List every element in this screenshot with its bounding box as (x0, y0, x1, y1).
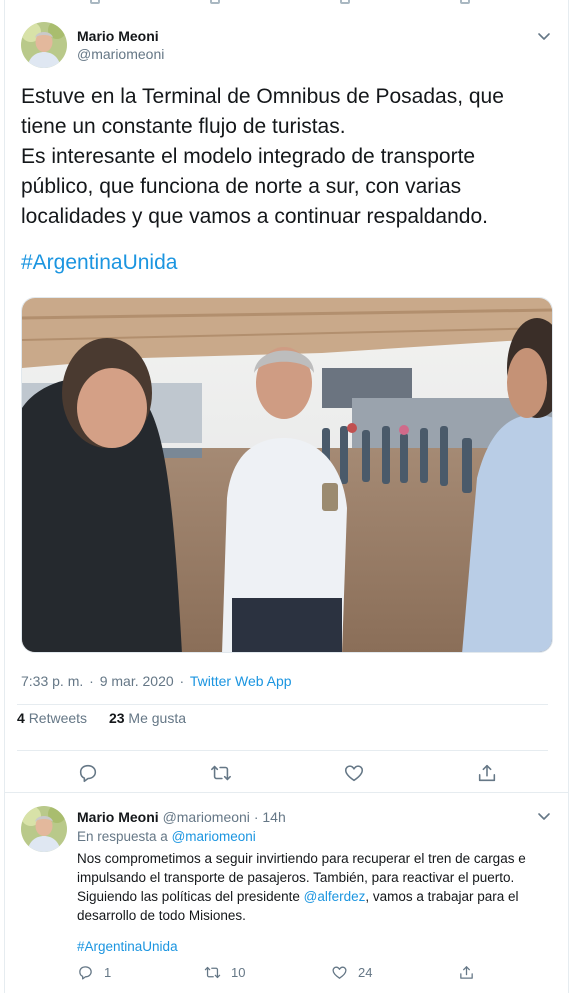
reply-text: Nos comprometimos a seguir invirtiendo p… (77, 851, 526, 923)
reply-tweet[interactable]: Mario Meoni @mariomeoni · 14h En respues… (4, 800, 569, 993)
author-handle[interactable]: @mariomeoni (77, 45, 164, 63)
like-action[interactable]: 24 (331, 964, 372, 981)
tweet-separator (4, 792, 569, 793)
reply-icon (79, 966, 92, 980)
like-icon (332, 966, 347, 979)
avatar[interactable] (21, 22, 67, 68)
author-name[interactable]: Mario Meoni (77, 809, 159, 825)
retweet-icon (210, 0, 220, 4)
reply-count: 1 (104, 965, 112, 980)
tweet-stats: 4 Retweets 23 Me gusta (17, 710, 204, 726)
reply-header: Mario Meoni @mariomeoni · 14h (77, 809, 286, 825)
divider (17, 750, 548, 751)
tweet-source-app[interactable]: Twitter Web App (190, 673, 292, 689)
reply-icon (90, 0, 100, 4)
author-name[interactable]: Mario Meoni (77, 27, 164, 45)
retweet-count: 10 (231, 965, 246, 980)
divider (17, 704, 548, 705)
hashtag-link[interactable]: #ArgentinaUnida (21, 248, 177, 278)
retweets-stat[interactable]: 4 Retweets (17, 710, 87, 726)
author-handle[interactable]: @mariomeoni (163, 809, 250, 825)
retweet-icon[interactable] (210, 762, 232, 784)
avatar[interactable] (21, 806, 67, 852)
reply-to-link[interactable]: @mariomeoni (172, 829, 256, 844)
share-action[interactable] (458, 964, 475, 981)
chevron-down-icon[interactable] (536, 808, 552, 824)
hashtag-link[interactable]: #ArgentinaUnida (77, 939, 178, 954)
mention-link[interactable]: @alferdez (304, 889, 366, 904)
tweet-meta: 7:33 p. m. · 9 mar. 2020 · Twitter Web A… (21, 673, 292, 689)
reply-action[interactable]: 1 (77, 964, 111, 981)
tweet-text: Estuve en la Terminal de Omnibus de Posa… (21, 85, 504, 228)
tweet-date[interactable]: 9 mar. 2020 (100, 673, 174, 689)
tweet-header: Mario Meoni @mariomeoni (21, 22, 552, 70)
tweet-time[interactable]: 7:33 p. m. (21, 673, 83, 689)
share-icon[interactable] (476, 762, 498, 784)
reply-context: En respuesta a @mariomeoni (77, 829, 256, 844)
share-icon (460, 966, 473, 979)
like-icon (340, 0, 350, 4)
like-count: 24 (358, 965, 373, 980)
retweet-icon (204, 966, 221, 979)
likes-stat[interactable]: 23 Me gusta (109, 710, 186, 726)
share-icon (460, 0, 470, 4)
chevron-down-icon[interactable] (536, 28, 552, 44)
retweet-action[interactable]: 10 (204, 964, 245, 981)
reply-icon[interactable] (77, 762, 99, 784)
like-icon[interactable] (343, 762, 365, 784)
tweet-age[interactable]: 14h (262, 809, 285, 825)
previous-tweet-actions-stub (4, 0, 569, 10)
tweet-photo[interactable] (21, 297, 553, 653)
reply-actions: 1 10 24 (77, 964, 497, 986)
tweet-actions (17, 752, 548, 792)
